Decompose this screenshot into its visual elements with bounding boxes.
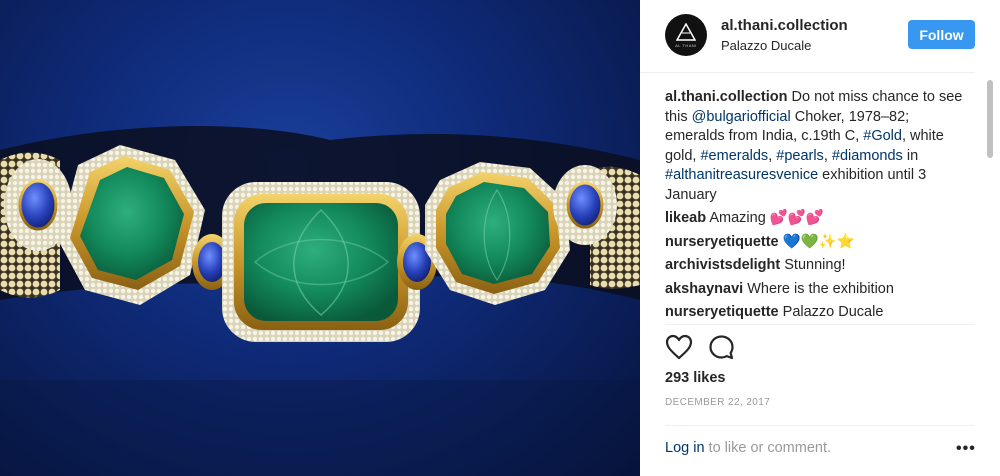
login-link[interactable]: Log in: [665, 440, 705, 456]
comment-item: akshaynavi Where is the exhibition: [665, 280, 965, 300]
more-options-icon[interactable]: •••: [956, 440, 976, 458]
comment-text: Where is the exhibition: [747, 280, 894, 297]
comment-text: Stunning!: [784, 257, 846, 273]
comment-username[interactable]: likeab: [665, 210, 706, 226]
comments-list[interactable]: al.thani.collection Do not miss chance t…: [665, 78, 965, 324]
comment-item: likeab Amazing 💕💕💕: [665, 209, 965, 229]
choker-illustration: [0, 126, 640, 476]
comment-bubble-icon[interactable]: [708, 334, 735, 361]
post-date: DECEMBER 22, 2017: [665, 397, 771, 408]
post-header: AL THANI al.thani.collection Palazzo Duc…: [640, 0, 975, 73]
caption: al.thani.collection Do not miss chance t…: [665, 88, 965, 205]
comment-username[interactable]: nurseryetiquette: [665, 234, 779, 250]
login-prompt: Log in to like or comment.: [665, 440, 831, 456]
comment-text: Amazing 💕💕💕: [709, 210, 824, 226]
login-prompt-text: to like or comment.: [704, 440, 832, 456]
comment-item: nurseryetiquette 💙💚✨⭐: [665, 233, 965, 253]
mention-link[interactable]: @bulgariofficial: [692, 109, 791, 125]
avatar-text: AL THANI: [675, 43, 697, 48]
author-username[interactable]: al.thani.collection: [721, 17, 848, 34]
post-actions: [665, 334, 785, 364]
comment-item: nurseryetiquette Palazzo Ducale: [665, 303, 965, 323]
hashtag-link[interactable]: #althanitreasuresvenice: [665, 167, 818, 183]
post-location[interactable]: Palazzo Ducale: [721, 38, 811, 53]
divider: [665, 324, 975, 325]
comment-username[interactable]: archivistsdelight: [665, 257, 780, 273]
heart-icon[interactable]: [665, 334, 693, 360]
caption-p10: in: [902, 147, 919, 164]
caption-p8: ,: [823, 147, 832, 164]
caption-username[interactable]: al.thani.collection: [665, 89, 787, 105]
post-side-panel: AL THANI al.thani.collection Palazzo Duc…: [640, 0, 1000, 476]
follow-button[interactable]: Follow: [908, 20, 975, 49]
scrollbar-thumb[interactable]: [987, 80, 993, 158]
divider: [665, 425, 975, 426]
triangle-logo-icon: [676, 23, 696, 41]
comment-username[interactable]: nurseryetiquette: [665, 304, 779, 320]
comment-username[interactable]: akshaynavi: [665, 281, 743, 297]
hashtag-link[interactable]: #emeralds: [700, 148, 768, 164]
post-photo[interactable]: [0, 0, 640, 476]
comment-text: Palazzo Ducale: [782, 304, 884, 320]
likes-count[interactable]: 293 likes: [665, 370, 725, 386]
hashtag-link[interactable]: #pearls: [776, 148, 824, 164]
hashtag-link[interactable]: #diamonds: [832, 148, 903, 164]
comment-text: 💙💚✨⭐: [782, 233, 855, 250]
instagram-post: AL THANI al.thani.collection Palazzo Duc…: [0, 0, 1000, 476]
comments-scrollbar[interactable]: [986, 80, 994, 324]
avatar[interactable]: AL THANI: [665, 14, 707, 56]
hashtag-link[interactable]: #Gold: [863, 128, 902, 144]
comment-item: archivistsdelight Stunning!: [665, 256, 965, 276]
